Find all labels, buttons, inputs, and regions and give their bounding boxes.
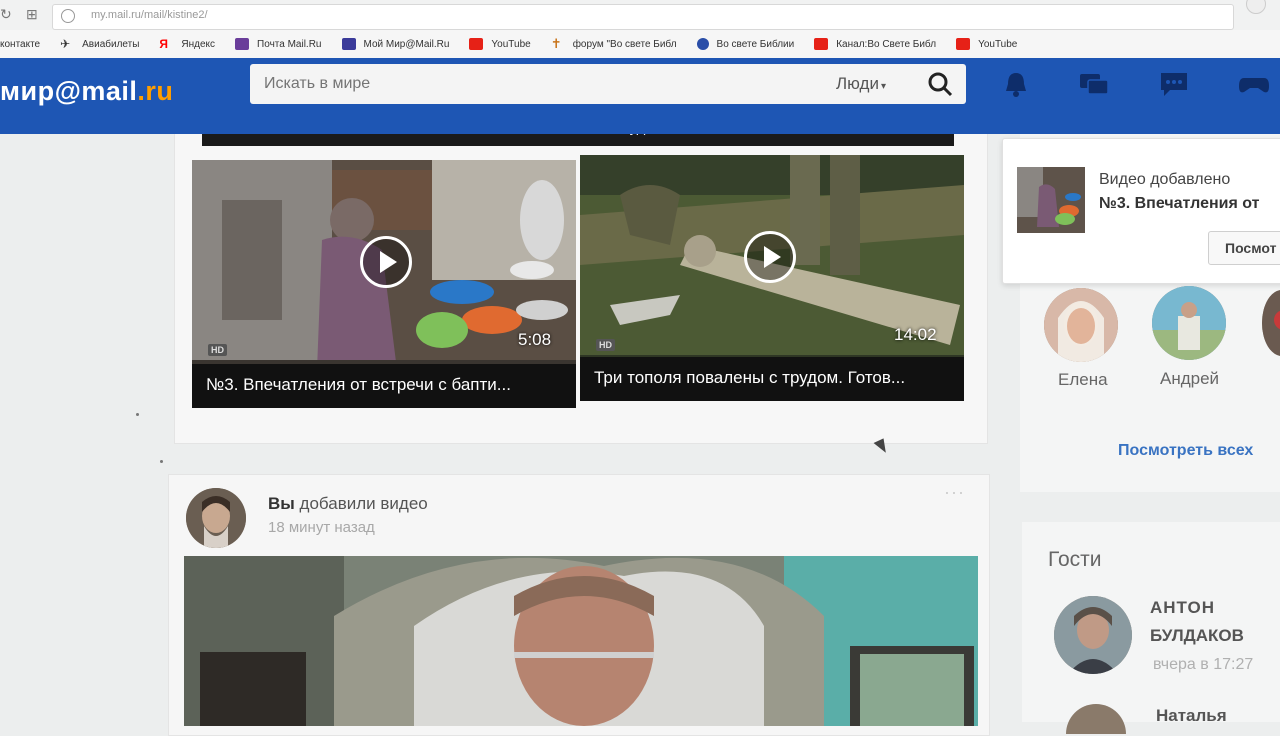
- logo-main: мир@mail: [0, 76, 138, 106]
- view-button[interactable]: Посмот: [1208, 231, 1280, 265]
- video-duration: 14:02: [894, 325, 937, 344]
- notification-title: Видео добавлено: [1099, 171, 1231, 188]
- reload-icon[interactable]: ↻: [0, 6, 12, 23]
- friend-avatar-image: [1152, 286, 1226, 360]
- bookmark-label: YouTube: [491, 38, 531, 50]
- bookmark-label: Авиабилеты: [82, 38, 140, 50]
- bookmark-label: форум "Во свете Библ: [572, 38, 677, 50]
- bookmark-youtube-2[interactable]: YouTube: [956, 38, 1017, 50]
- friend-avatar-image: [1044, 288, 1118, 362]
- screen-speck: [160, 460, 163, 463]
- apps-icon[interactable]: ⊞: [26, 6, 38, 23]
- gamepad-icon[interactable]: [1238, 70, 1270, 98]
- bell-icon[interactable]: [1000, 70, 1032, 98]
- video-tile-1[interactable]: HD 5:08 №3. Впечатления от встречи с бап…: [192, 160, 576, 408]
- message-icon[interactable]: [1158, 70, 1190, 98]
- screen-speck: [136, 413, 139, 416]
- video-player[interactable]: [184, 556, 978, 726]
- bookmark-bible[interactable]: Во свете Библии: [696, 38, 795, 50]
- video-duration: 5:08: [518, 330, 552, 349]
- chevron-down-icon: ▾: [880, 81, 886, 92]
- guest-avatar[interactable]: [1054, 596, 1132, 674]
- notification-thumb-image: [1017, 167, 1085, 233]
- guest-first-name[interactable]: АНТОН: [1150, 598, 1215, 618]
- bookmark-moimir[interactable]: Мой Мир@Mail.Ru: [341, 38, 450, 50]
- bookmark-avia[interactable]: ✈ Авиабилеты: [60, 38, 139, 50]
- hd-badge: HD: [596, 339, 615, 351]
- window-control-button[interactable]: [1246, 0, 1266, 14]
- play-icon[interactable]: [744, 231, 796, 283]
- search-scope-dropdown[interactable]: Люди ▾: [836, 74, 886, 94]
- bookmark-youtube[interactable]: YouTube: [469, 38, 531, 50]
- video-tile-2[interactable]: HD 14:02 Три тополя повалены с трудом. Г…: [580, 155, 964, 401]
- avatar[interactable]: [186, 488, 246, 548]
- globe-icon: [61, 9, 75, 23]
- post-action: добавили видео: [299, 494, 428, 513]
- search-scope-label: Люди: [836, 74, 879, 93]
- video-caption[interactable]: №3. Впечатления от встречи с бапти...: [192, 364, 576, 408]
- plane-icon: ✈: [60, 37, 71, 51]
- hd-badge: HD: [208, 344, 227, 356]
- bookmark-label: Во свете Библии: [716, 38, 795, 50]
- browser-toolbar: ↻ ⊞ my.mail.ru/mail/kistine2/: [0, 0, 1280, 30]
- friend-name[interactable]: Андрей: [1160, 369, 1219, 389]
- see-all-friends-link[interactable]: Посмотреть всех: [1118, 442, 1253, 460]
- chat-icon[interactable]: [1078, 70, 1110, 98]
- yandex-icon: Я: [159, 37, 169, 51]
- friend-name[interactable]: Елена: [1058, 370, 1108, 390]
- bookmark-vk[interactable]: контакте: [0, 39, 40, 50]
- bookmark-forum[interactable]: ✝ форум "Во свете Библ: [550, 36, 677, 51]
- youtube-icon: [814, 38, 829, 50]
- site-header: мир@mail.ru Люди▾: [0, 58, 1280, 134]
- bookmark-mail[interactable]: Почта Mail.Ru: [235, 38, 322, 50]
- url-text: my.mail.ru/mail/kistine2/: [91, 9, 208, 21]
- cross-icon: ✝: [550, 36, 562, 51]
- video-caption[interactable]: Три тополя повалены с трудом. Готов...: [580, 357, 964, 401]
- post-author: Вы добавили видео: [268, 494, 428, 514]
- search-input[interactable]: [250, 64, 824, 104]
- bookmark-label: Почта Mail.Ru: [257, 38, 322, 50]
- moimir-icon: [341, 38, 356, 50]
- post-timestamp: 18 минут назад: [268, 519, 375, 536]
- logo-suffix: .ru: [137, 76, 174, 106]
- guest-avatar-image: [1054, 596, 1132, 674]
- video-preview-image: [184, 556, 978, 726]
- bookmarks-bar: контакте ✈ Авиабилеты Я Яндекс Почта Mai…: [0, 30, 1280, 59]
- author-name[interactable]: Вы: [268, 494, 295, 513]
- post-menu-icon[interactable]: ···: [944, 482, 965, 503]
- bookmark-label: Мой Мир@Mail.Ru: [363, 38, 450, 50]
- notification-popup[interactable]: Видео добавлено №3. Впечатления от Посмо…: [1002, 138, 1280, 284]
- guests-title: Гости: [1048, 548, 1102, 571]
- notification-thumbnail: [1017, 167, 1085, 233]
- notification-subtitle: №3. Впечатления от: [1099, 195, 1260, 212]
- guest-last-name[interactable]: БУЛДАКОВ: [1150, 626, 1244, 646]
- bookmark-label: Яндекс: [181, 38, 216, 50]
- search-icon[interactable]: [926, 70, 954, 98]
- guest-name[interactable]: Наталья: [1156, 706, 1227, 726]
- bookmark-label: YouTube: [978, 38, 1018, 50]
- address-bar[interactable]: my.mail.ru/mail/kistine2/: [52, 4, 1234, 30]
- globe-icon: [696, 38, 709, 50]
- search-box: Люди▾: [250, 64, 966, 104]
- bookmark-label: контакте: [0, 38, 41, 50]
- bookmark-channel[interactable]: Канал:Во Свете Библ: [814, 38, 936, 50]
- mail-icon: [235, 38, 250, 50]
- bookmark-label: Канал:Во Свете Библ: [836, 38, 937, 50]
- friend-avatar-andrey[interactable]: [1152, 286, 1226, 360]
- bookmark-yandex[interactable]: Я Яндекс: [159, 38, 215, 50]
- friend-avatar-elena[interactable]: [1044, 288, 1118, 362]
- guest-visit-time: вчера в 17:27: [1153, 656, 1254, 673]
- site-logo[interactable]: мир@mail.ru: [0, 76, 173, 107]
- user-avatar-image: [186, 488, 246, 548]
- play-icon[interactable]: [360, 236, 412, 288]
- youtube-icon: [956, 38, 971, 50]
- youtube-icon: [469, 38, 484, 50]
